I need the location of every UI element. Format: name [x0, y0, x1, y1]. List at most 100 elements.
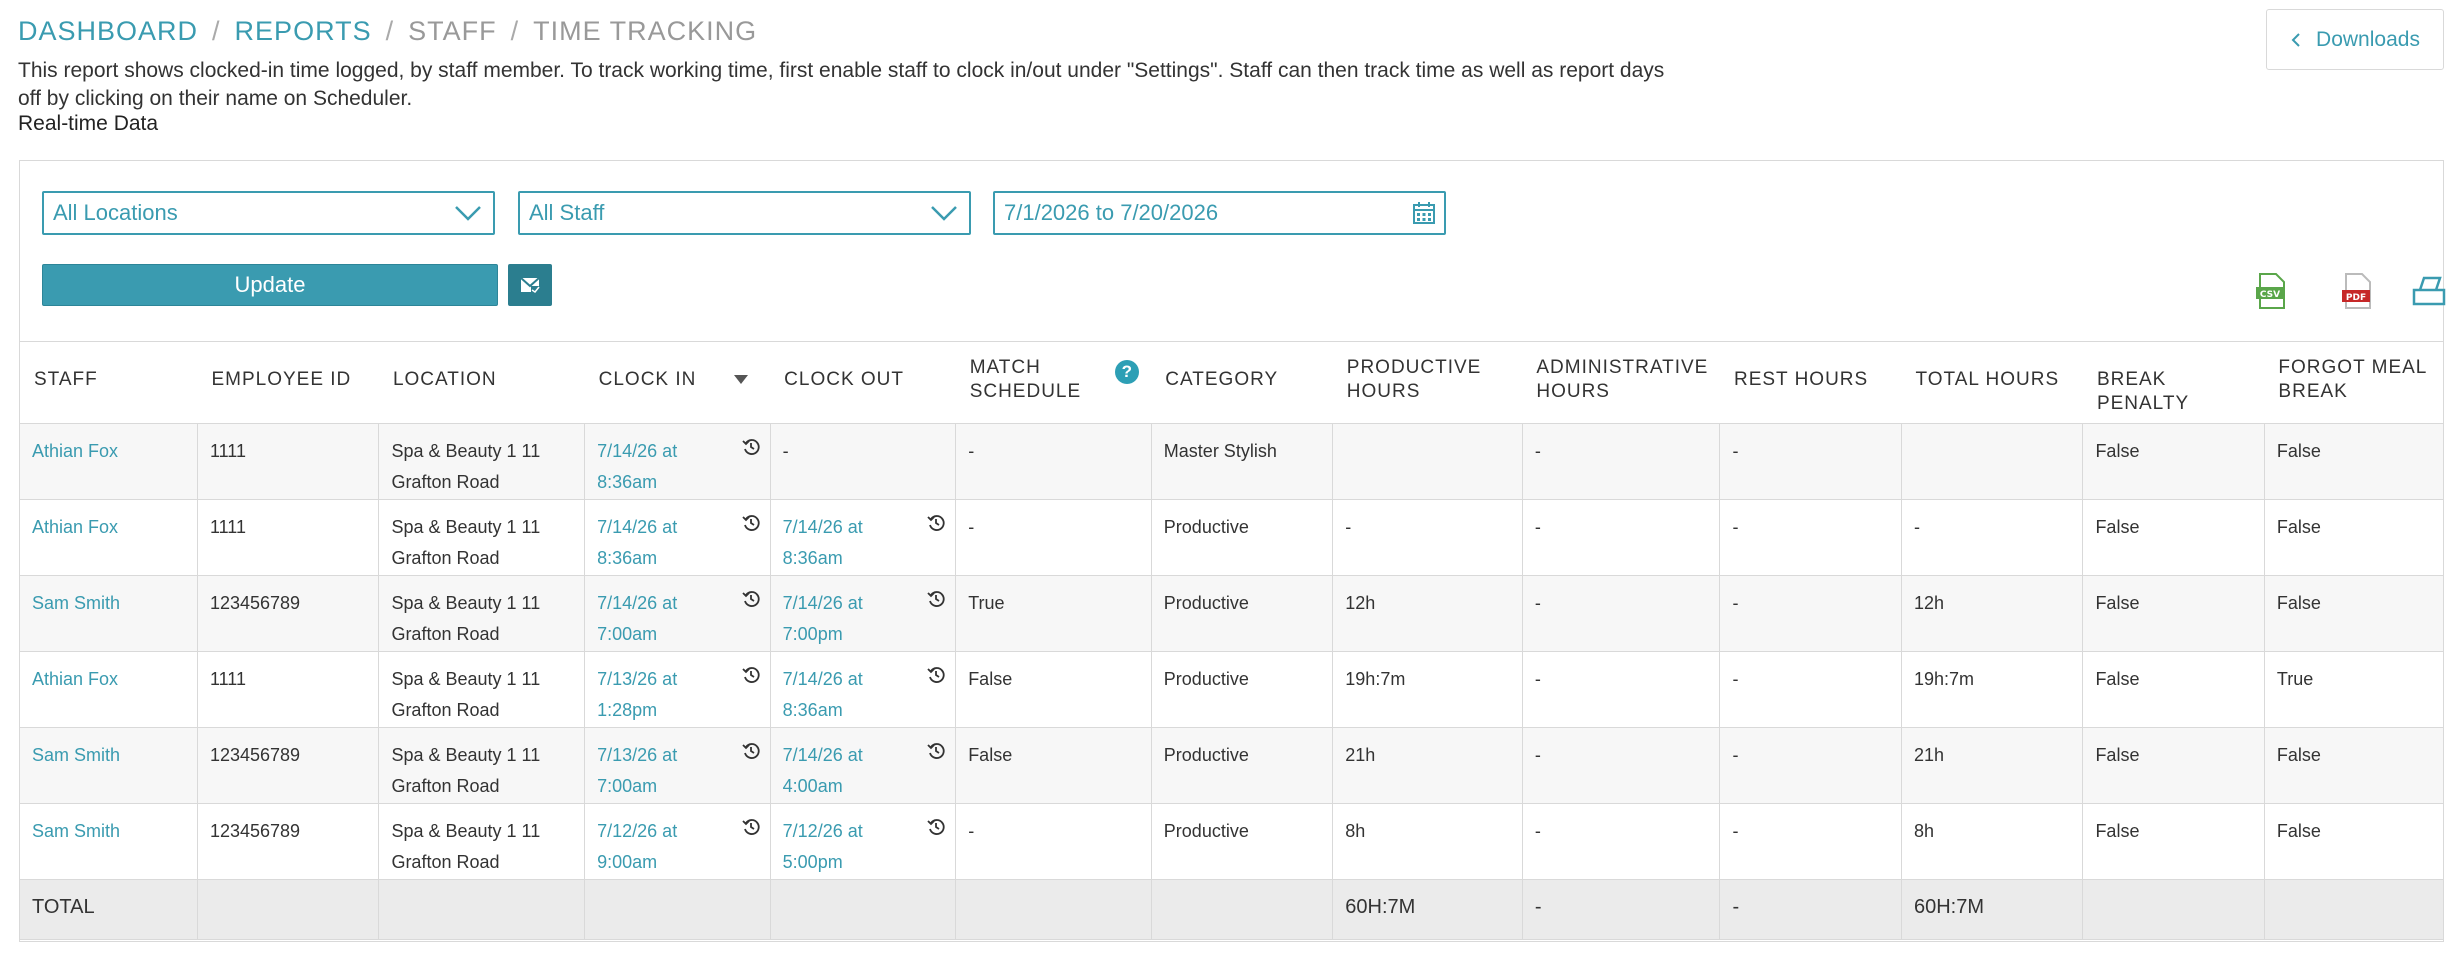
break-penalty: False — [2082, 575, 2265, 652]
break-penalty: False — [2082, 423, 2265, 500]
clock-out-cell[interactable]: 7/14/26 at 8:36am — [769, 651, 956, 728]
breadcrumb-dashboard[interactable]: DASHBOARD — [18, 16, 198, 47]
history-icon[interactable] — [927, 818, 945, 836]
clock-out-cell[interactable]: 7/14/26 at 8:36am — [769, 499, 956, 576]
clock-out[interactable]: 7/12/26 at 5:00pm — [783, 816, 893, 878]
total-productive-hours: 60H:7M — [1332, 879, 1523, 940]
staff-select[interactable]: All Staff — [518, 191, 971, 235]
staff-name-link[interactable]: Athian Fox — [20, 423, 198, 500]
clock-in-cell[interactable]: 7/14/26 at 8:36am — [584, 423, 771, 500]
clock-in-cell[interactable]: 7/13/26 at 7:00am — [584, 727, 771, 804]
location: Spa & Beauty 1 11 Grafton Road — [378, 651, 585, 728]
staff-name-link[interactable]: Sam Smith — [20, 803, 198, 880]
staff-name-link[interactable]: Sam Smith — [20, 727, 198, 804]
clock-in[interactable]: 7/13/26 at 1:28pm — [597, 664, 707, 726]
clock-in[interactable]: 7/12/26 at 9:00am — [597, 816, 707, 878]
downloads-button[interactable]: Downloads — [2266, 9, 2444, 70]
match-schedule: - — [955, 499, 1152, 576]
downloads-label: Downloads — [2316, 27, 2420, 51]
productive-hours: - — [1332, 499, 1523, 576]
clock-out[interactable]: 7/14/26 at 7:00pm — [783, 588, 893, 650]
clock-out-cell[interactable]: 7/14/26 at 4:00am — [769, 727, 956, 804]
column-header-category[interactable]: CATEGORY — [1151, 341, 1333, 424]
report-description: This report shows clocked-in time logged… — [18, 59, 1665, 110]
update-button[interactable]: Update — [42, 264, 498, 306]
location-select[interactable]: All Locations — [42, 191, 495, 235]
clock-out[interactable]: 7/14/26 at 4:00am — [783, 740, 893, 802]
column-header-clock-in[interactable]: CLOCK IN — [584, 341, 771, 424]
history-icon[interactable] — [742, 590, 760, 608]
total-hours: 12h — [1900, 575, 2083, 652]
report-panel: All Locations All Staff 7/1/2026 to 7/20… — [19, 160, 2446, 942]
breadcrumb-staff: STAFF — [408, 16, 497, 46]
clock-out-cell[interactable]: 7/12/26 at 5:00pm — [769, 803, 956, 880]
clock-out[interactable]: 7/14/26 at 8:36am — [783, 664, 893, 726]
column-header-productive-hours[interactable]: PRODUCTIVE HOURS — [1332, 341, 1523, 424]
category: Productive — [1150, 803, 1333, 880]
employee-id: 1111 — [196, 651, 379, 728]
match-schedule: - — [955, 803, 1152, 880]
table-row: Athian Fox 1111 Spa & Beauty 1 11 Grafton … — [20, 651, 2443, 728]
sort-descending-icon[interactable] — [734, 375, 749, 385]
csv-icon[interactable]: CSV — [2252, 272, 2290, 310]
break-penalty: False — [2082, 803, 2265, 880]
email-report-button[interactable] — [508, 264, 552, 306]
column-header-match-schedule[interactable]: MATCH SCHEDULE? — [955, 341, 1152, 424]
history-icon[interactable] — [927, 742, 945, 760]
history-icon[interactable] — [927, 590, 945, 608]
table-row: Sam Smith 123456789 Spa & Beauty 1 11 Graf… — [20, 575, 2443, 652]
realtime-label: Real-time Data — [18, 112, 159, 135]
column-header-rest-hours[interactable]: REST HOURS — [1719, 341, 1902, 424]
column-header-clock-out[interactable]: CLOCK OUT — [770, 341, 956, 424]
clock-in-cell[interactable]: 7/14/26 at 8:36am — [584, 499, 771, 576]
history-icon[interactable] — [927, 666, 945, 684]
calendar-icon[interactable] — [1412, 201, 1436, 225]
printer-icon[interactable] — [2410, 272, 2448, 310]
column-header-total-hours[interactable]: TOTAL HOURS — [1901, 341, 2083, 424]
table-row: Sam Smith 123456789 Spa & Beauty 1 11 Graf… — [20, 727, 2443, 804]
column-header-location[interactable]: LOCATION — [378, 341, 585, 424]
history-icon[interactable] — [742, 742, 760, 760]
total-hours: 8h — [1900, 803, 2083, 880]
clock-in-cell[interactable]: 7/14/26 at 7:00am — [584, 575, 771, 652]
clock-out-cell[interactable]: 7/14/26 at 7:00pm — [769, 575, 956, 652]
clock-in-cell[interactable]: 7/13/26 at 1:28pm — [584, 651, 771, 728]
pdf-icon[interactable]: PDF — [2338, 272, 2376, 310]
history-icon[interactable] — [742, 818, 760, 836]
location-select-value: All Locations — [53, 200, 178, 225]
clock-out[interactable]: 7/14/26 at 8:36am — [783, 512, 893, 574]
column-header-staff[interactable]: STAFF — [20, 341, 198, 424]
date-range-input[interactable]: 7/1/2026 to 7/20/2026 — [993, 191, 1446, 235]
match-schedule: False — [955, 651, 1152, 728]
staff-name-link[interactable]: Athian Fox — [20, 499, 198, 576]
breadcrumb-reports[interactable]: REPORTS — [235, 16, 372, 47]
help-icon[interactable]: ? — [1115, 360, 1140, 384]
breadcrumb: DASHBOARD / REPORTS / STAFF / TIME TRACK… — [18, 16, 757, 47]
clock-in[interactable]: 7/14/26 at 7:00am — [597, 588, 707, 650]
clock-in[interactable]: 7/14/26 at 8:36am — [597, 436, 707, 498]
location: Spa & Beauty 1 11 Grafton Road — [378, 575, 585, 652]
svg-text:PDF: PDF — [2346, 293, 2366, 303]
staff-name-link[interactable]: Athian Fox — [20, 651, 198, 728]
clock-in-cell[interactable]: 7/12/26 at 9:00am — [584, 803, 771, 880]
clock-in[interactable]: 7/14/26 at 8:36am — [597, 512, 707, 574]
history-icon[interactable] — [742, 438, 760, 456]
history-icon[interactable] — [742, 514, 760, 532]
productive-hours: 8h — [1332, 803, 1523, 880]
forgot-meal-break: False — [2263, 727, 2443, 804]
column-header-break-penalty[interactable]: BREAK PENALTY — [2082, 341, 2265, 424]
history-icon[interactable] — [927, 514, 945, 532]
employee-id: 123456789 — [196, 727, 379, 804]
location: Spa & Beauty 1 11 Grafton Road — [378, 803, 585, 880]
break-penalty: False — [2082, 651, 2265, 728]
column-header-forgot-meal-break[interactable]: FORGOT MEAL BREAK — [2264, 341, 2443, 424]
staff-name-link[interactable]: Sam Smith — [20, 575, 198, 652]
table-row: Sam Smith 123456789 Spa & Beauty 1 11 Graf… — [20, 803, 2443, 880]
history-icon[interactable] — [742, 666, 760, 684]
rest-hours: - — [1719, 727, 1902, 804]
clock-in[interactable]: 7/13/26 at 7:00am — [597, 740, 707, 802]
administrative-hours: - — [1521, 423, 1720, 500]
employee-id: 1111 — [196, 499, 379, 576]
column-header-employee-id[interactable]: EMPLOYEE ID — [197, 341, 379, 424]
column-header-administrative-hours[interactable]: ADMINISTRATIVE HOURS — [1522, 341, 1720, 424]
